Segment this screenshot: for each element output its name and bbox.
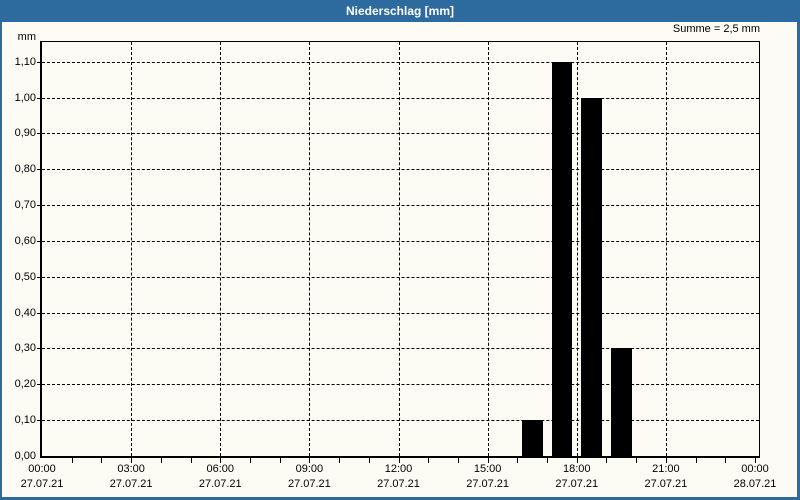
horizontal-gridline xyxy=(42,133,759,135)
y-axis-unit-label: mm xyxy=(17,31,36,43)
y-tick-mark xyxy=(37,348,42,349)
y-tick-mark xyxy=(37,241,42,242)
vertical-gridline xyxy=(398,42,400,456)
plot-area xyxy=(40,41,760,458)
horizontal-gridline xyxy=(42,61,759,63)
x-axis-date-label: 27.07.21 xyxy=(377,478,420,490)
y-tick-label: 0,40 xyxy=(14,306,36,319)
x-axis-time-label: 12:00 xyxy=(384,463,413,475)
y-tick-label: 0,10 xyxy=(14,414,36,427)
x-axis-time-label: 00:00 xyxy=(741,463,769,475)
precipitation-bar xyxy=(521,420,543,456)
y-tick-label: 0,80 xyxy=(14,163,36,176)
y-tick-mark xyxy=(37,133,42,134)
x-axis-time-label: 18:00 xyxy=(562,463,591,475)
y-tick-label: 0,00 xyxy=(14,450,36,462)
horizontal-gridline xyxy=(42,205,759,207)
x-axis-date-label: 27.07.21 xyxy=(466,478,510,490)
x-axis-date-label: 27.07.21 xyxy=(644,478,688,490)
x-axis-date-label: 27.07.21 xyxy=(555,478,599,490)
y-tick-mark xyxy=(37,98,42,99)
y-tick-mark xyxy=(37,384,42,385)
x-axis-time-label: 21:00 xyxy=(652,463,680,475)
horizontal-gridline xyxy=(42,97,759,99)
vertical-gridline xyxy=(487,42,489,456)
x-axis-date-label: 27.07.21 xyxy=(287,478,331,490)
x-axis-date-label: 27.07.21 xyxy=(20,478,64,490)
precipitation-bar xyxy=(610,348,632,456)
y-tick-label: 1,00 xyxy=(14,91,36,104)
sum-annotation: Summe = 2,5 mm xyxy=(672,23,760,35)
horizontal-gridline xyxy=(42,348,759,350)
y-tick-label: 0,70 xyxy=(14,199,36,212)
y-tick-mark xyxy=(37,277,42,278)
x-axis-date-label: 27.07.21 xyxy=(198,478,242,490)
y-tick-label: 1,10 xyxy=(14,55,36,68)
x-axis-time-label: 03:00 xyxy=(117,463,145,475)
y-tick-label: 0,20 xyxy=(14,378,36,391)
vertical-gridline xyxy=(220,42,222,456)
title-bar: Niederschlag [mm] xyxy=(0,0,800,21)
y-tick-mark xyxy=(37,205,42,206)
precipitation-bar xyxy=(551,61,573,456)
horizontal-gridline xyxy=(42,240,759,242)
x-axis-date-label: 27.07.21 xyxy=(109,478,153,490)
y-tick-mark xyxy=(37,420,42,421)
y-tick-mark xyxy=(37,169,42,170)
horizontal-gridline xyxy=(42,384,759,386)
precipitation-bar xyxy=(581,97,602,456)
horizontal-gridline xyxy=(42,312,759,314)
y-tick-mark xyxy=(37,62,42,63)
x-axis-time-label: 00:00 xyxy=(28,463,56,475)
vertical-gridline xyxy=(665,42,667,456)
chart-window: Niederschlag [mm] Summe = 2,5 mm mm 0,00… xyxy=(0,0,800,500)
y-tick-label: 0,90 xyxy=(14,127,36,140)
y-tick-mark xyxy=(37,313,42,314)
chart-title: Niederschlag [mm] xyxy=(345,3,455,18)
x-axis-date-label: 28.07.21 xyxy=(733,478,777,490)
horizontal-gridline xyxy=(42,169,759,171)
x-axis-time-label: 09:00 xyxy=(295,463,324,475)
vertical-gridline xyxy=(309,42,311,456)
y-tick-label: 0,30 xyxy=(14,342,36,355)
horizontal-gridline xyxy=(42,276,759,278)
y-tick-label: 0,60 xyxy=(14,234,36,247)
horizontal-gridline xyxy=(42,420,759,422)
x-axis-time-label: 06:00 xyxy=(206,463,235,475)
vertical-gridline xyxy=(576,42,578,456)
x-axis-time-label: 15:00 xyxy=(473,463,502,475)
y-tick-label: 0,50 xyxy=(14,270,36,283)
vertical-gridline xyxy=(131,42,133,456)
